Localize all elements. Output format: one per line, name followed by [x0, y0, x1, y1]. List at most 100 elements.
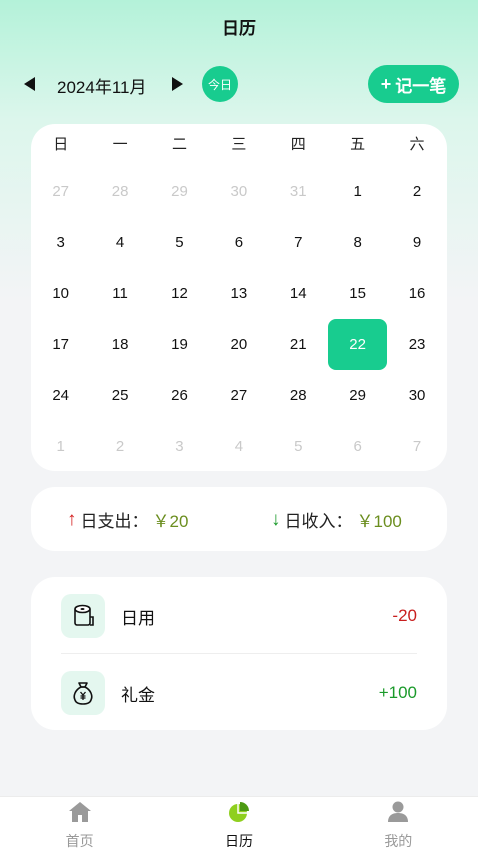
calendar-day[interactable]: 30 [387, 370, 446, 421]
calendar-day-number: 14 [289, 285, 307, 302]
record-item[interactable]: 日用 -20 [61, 586, 417, 646]
record-item[interactable]: 礼金 +100 [61, 663, 417, 723]
calendar-day[interactable]: 9 [387, 217, 446, 268]
calendar-day-number: 15 [349, 285, 366, 302]
calendar-day-number: 5 [175, 234, 184, 251]
calendar-day[interactable]: 24 [31, 370, 90, 421]
calendar-day-number: 29 [171, 183, 188, 200]
calendar-card: 日 一 二 三 四 五 六 27 28 29 30 31 1 2 3 4 5 6 7 8 9 10 11 12 1… [31, 124, 447, 471]
calendar-day[interactable]: 4 [209, 421, 268, 472]
calendar-day-number: 11 [112, 285, 128, 302]
tab-label: 日历 [224, 833, 253, 849]
weekday-tue: 二 [171, 136, 187, 153]
calendar-day-number: 31 [289, 183, 307, 200]
calendar-day[interactable]: 17 [31, 319, 90, 370]
calendar-day[interactable]: 3 [150, 421, 209, 472]
calendar-day-number: 16 [408, 285, 426, 302]
expense-label: 日支出： [80, 512, 149, 531]
calendar-day[interactable]: 1 [328, 166, 387, 217]
daily-summary-card: ↑ 日支出： ￥20 ↓ 日收入： ￥100 [31, 487, 447, 551]
calendar-day-number: 10 [52, 285, 70, 302]
calendar-day-number: 2 [412, 183, 422, 200]
calendar-day[interactable]: 29 [150, 166, 209, 217]
calendar-day[interactable]: 6 [209, 217, 268, 268]
arrow-down-icon: ↓ [271, 508, 281, 530]
calendar-day-number: 24 [52, 387, 70, 404]
calendar-day[interactable]: 30 [209, 166, 268, 217]
calendar-day-number: 18 [111, 336, 129, 353]
next-month-icon[interactable] [172, 77, 183, 91]
calendar-day[interactable]: 14 [269, 268, 328, 319]
add-record-button[interactable]: + 记一笔 [368, 65, 459, 103]
calendar-day[interactable]: 20 [209, 319, 268, 370]
calendar-day-number: 22 [328, 319, 388, 370]
calendar-day[interactable]: 2 [387, 166, 446, 217]
calendar-day[interactable]: 28 [90, 166, 149, 217]
pie-chart-icon [227, 801, 251, 828]
calendar-day[interactable]: 6 [328, 421, 387, 472]
month-bar: 2024年11月 今日 + 记一笔 [20, 64, 460, 104]
calendar-day[interactable]: 5 [269, 421, 328, 472]
calendar-day[interactable]: 27 [209, 370, 268, 421]
calendar-day[interactable]: 28 [269, 370, 328, 421]
calendar-day[interactable]: 26 [150, 370, 209, 421]
calendar-day[interactable]: 7 [269, 217, 328, 268]
calendar-day[interactable]: 8 [328, 217, 387, 268]
calendar-day[interactable]: 7 [387, 421, 446, 472]
user-icon [386, 801, 410, 828]
tab-home[interactable]: 首页 [0, 797, 159, 850]
calendar-day[interactable]: 21 [269, 319, 328, 370]
calendar-day-number: 29 [349, 387, 366, 404]
calendar-day-number: 2 [115, 438, 125, 455]
calendar-day-number: 25 [111, 387, 129, 404]
calendar-day[interactable]: 23 [387, 319, 446, 370]
calendar-day[interactable]: 16 [387, 268, 446, 319]
weekday-thu: 四 [290, 136, 306, 153]
tab-bar: 首页 日历 我的 [0, 796, 478, 850]
tab-label: 我的 [384, 833, 413, 849]
tab-profile[interactable]: 我的 [319, 797, 478, 850]
calendar-day[interactable]: 31 [269, 166, 328, 217]
calendar-day[interactable]: 29 [328, 370, 387, 421]
plus-icon: + [380, 73, 392, 94]
prev-month-icon[interactable] [24, 77, 35, 91]
calendar-day[interactable]: 10 [31, 268, 90, 319]
calendar-day-number: 27 [52, 183, 70, 200]
calendar-day-selected[interactable]: 22 [328, 319, 388, 370]
calendar-day[interactable]: 27 [31, 166, 90, 217]
daily-expense: ↑ 日支出： ￥20 [67, 507, 188, 532]
calendar-day[interactable]: 2 [90, 421, 149, 472]
arrow-up-icon: ↑ [67, 508, 77, 530]
calendar-day-number: 12 [171, 285, 188, 302]
calendar-day[interactable]: 4 [90, 217, 149, 268]
calendar-day[interactable]: 25 [90, 370, 149, 421]
tab-calendar[interactable]: 日历 [159, 797, 318, 850]
calendar-day-number: 26 [171, 387, 188, 404]
calendar-day[interactable]: 18 [90, 319, 149, 370]
money-bag-icon [61, 671, 105, 715]
calendar-day-number: 23 [408, 336, 426, 353]
calendar-day[interactable]: 13 [209, 268, 268, 319]
home-icon [68, 801, 92, 828]
weekday-sat: 六 [409, 136, 425, 153]
calendar-day[interactable]: 3 [31, 217, 90, 268]
calendar-day-number: 3 [175, 438, 184, 455]
income-value: ￥100 [356, 512, 402, 531]
calendar-day[interactable]: 19 [150, 319, 209, 370]
income-label: 日收入： [284, 512, 353, 531]
calendar-day[interactable]: 15 [328, 268, 387, 319]
expense-value: ￥20 [152, 512, 189, 531]
calendar-day[interactable]: 5 [150, 217, 209, 268]
calendar-day[interactable]: 12 [150, 268, 209, 319]
tab-label: 首页 [65, 833, 94, 849]
today-button[interactable]: 今日 [202, 66, 238, 102]
calendar-day-number: 30 [408, 387, 426, 404]
record-name: 礼金 [121, 685, 155, 705]
weekday-sun: 日 [53, 136, 69, 153]
calendar-day-number: 7 [294, 234, 303, 251]
calendar-day-number: 6 [234, 234, 244, 251]
calendar-day[interactable]: 1 [31, 421, 90, 472]
toilet-paper-icon [61, 594, 105, 638]
calendar-day-number: 27 [230, 387, 248, 404]
calendar-day[interactable]: 11 [90, 268, 149, 319]
